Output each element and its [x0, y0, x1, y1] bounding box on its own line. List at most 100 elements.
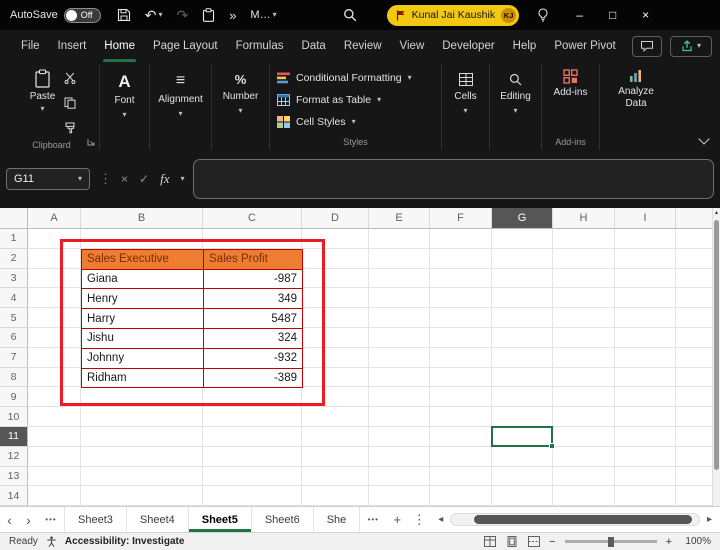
zoom-slider-thumb[interactable] — [608, 537, 614, 547]
cell-I4[interactable] — [615, 288, 676, 308]
cell-H12[interactable] — [553, 447, 615, 467]
more-sheets-right-button[interactable]: ••• — [360, 507, 386, 532]
alignment-button[interactable]: ≡ Alignment ▾ — [153, 64, 208, 118]
cell-G2[interactable] — [492, 249, 553, 269]
cell-C11[interactable] — [203, 427, 302, 447]
row-header-6[interactable]: 6 — [0, 328, 28, 348]
menu-tab-review[interactable]: Review — [335, 30, 391, 62]
more-sheets-left-button[interactable]: ••• — [38, 507, 64, 532]
cell-D3[interactable] — [302, 269, 369, 289]
cell-H14[interactable] — [553, 486, 615, 506]
cell-D11[interactable] — [302, 427, 369, 447]
cell-H8[interactable] — [553, 368, 615, 388]
cell-A9[interactable] — [28, 387, 81, 407]
row-header-4[interactable]: 4 — [0, 288, 28, 308]
column-header-G[interactable]: G — [492, 208, 553, 229]
table-cell-name-row4[interactable]: Henry — [82, 289, 204, 309]
cell-F8[interactable] — [430, 368, 492, 388]
cell-D13[interactable] — [302, 467, 369, 487]
undo-button[interactable]: ↶▾ — [145, 8, 163, 22]
cell-B12[interactable] — [81, 447, 203, 467]
cell-D4[interactable] — [302, 288, 369, 308]
row-header-13[interactable]: 13 — [0, 467, 28, 487]
row-header-12[interactable]: 12 — [0, 447, 28, 467]
cell-D6[interactable] — [302, 328, 369, 348]
cell-G5[interactable] — [492, 308, 553, 328]
horizontal-scrollbar[interactable]: ◂ ▸ — [433, 507, 717, 532]
menu-tab-file[interactable]: File — [12, 30, 49, 62]
menu-tab-page-layout[interactable]: Page Layout — [144, 30, 227, 62]
cell-F11[interactable] — [430, 427, 492, 447]
save-button[interactable] — [117, 8, 131, 22]
cell-I1[interactable] — [615, 229, 676, 249]
clipboard-dialog-launcher[interactable] — [87, 138, 95, 146]
search-button[interactable] — [343, 8, 357, 22]
menu-tab-home[interactable]: Home — [95, 30, 144, 62]
cell-D8[interactable] — [302, 368, 369, 388]
addins-button[interactable]: Add-ins — [548, 64, 594, 133]
table-cell-profit-row8[interactable]: -389 — [204, 369, 303, 389]
cell-E3[interactable] — [369, 269, 430, 289]
table-cell-profit-row6[interactable]: 324 — [204, 329, 303, 349]
accessibility-status[interactable]: Accessibility: Investigate — [65, 536, 185, 547]
minimize-button[interactable]: – — [563, 0, 596, 30]
zoom-in-button[interactable]: + — [666, 536, 672, 548]
toolbar-overflow-button[interactable]: » — [229, 9, 236, 22]
cell-F13[interactable] — [430, 467, 492, 487]
cell-G1[interactable] — [492, 229, 553, 249]
cell-H4[interactable] — [553, 288, 615, 308]
redo-button[interactable]: ↷ — [176, 8, 188, 22]
cell-B14[interactable] — [81, 486, 203, 506]
table-cell-name-row5[interactable]: Harry — [82, 309, 204, 329]
cell-E13[interactable] — [369, 467, 430, 487]
cell-F1[interactable] — [430, 229, 492, 249]
cell-E14[interactable] — [369, 486, 430, 506]
row-header-9[interactable]: 9 — [0, 387, 28, 407]
sheet-tab-sheet3[interactable]: Sheet3 — [64, 507, 127, 532]
cell-I11[interactable] — [615, 427, 676, 447]
column-header-E[interactable]: E — [369, 208, 430, 229]
cell-I3[interactable] — [615, 269, 676, 289]
cell-E5[interactable] — [369, 308, 430, 328]
cell-G6[interactable] — [492, 328, 553, 348]
cell-F6[interactable] — [430, 328, 492, 348]
horizontal-scroll-thumb[interactable] — [474, 515, 692, 524]
lightbulb-button[interactable] — [537, 8, 549, 22]
menu-tab-insert[interactable]: Insert — [49, 30, 96, 62]
cell-H7[interactable] — [553, 348, 615, 368]
clipboard-button[interactable] — [202, 8, 215, 22]
cell-E7[interactable] — [369, 348, 430, 368]
cell-D5[interactable] — [302, 308, 369, 328]
cell-I8[interactable] — [615, 368, 676, 388]
table-cell-profit-row3[interactable]: -987 — [204, 270, 303, 290]
cell-G8[interactable] — [492, 368, 553, 388]
share-button[interactable]: ▾ — [670, 36, 712, 57]
table-cell-name-row7[interactable]: Johnny — [82, 349, 204, 369]
table-cell-name-row3[interactable]: Giana — [82, 270, 204, 290]
autosave-control[interactable]: AutoSave Off — [10, 8, 101, 23]
cell-I12[interactable] — [615, 447, 676, 467]
cell-G13[interactable] — [492, 467, 553, 487]
column-header-H[interactable]: H — [553, 208, 615, 229]
cell-D2[interactable] — [302, 249, 369, 269]
formula-input[interactable] — [193, 159, 714, 199]
column-header-D[interactable]: D — [302, 208, 369, 229]
cell-F5[interactable] — [430, 308, 492, 328]
table-cell-name-row6[interactable]: Jishu — [82, 329, 204, 349]
row-header-3[interactable]: 3 — [0, 269, 28, 289]
cell-A12[interactable] — [28, 447, 81, 467]
sheet-tab-sheet5[interactable]: Sheet5 — [189, 507, 252, 532]
column-header-I[interactable]: I — [615, 208, 676, 229]
cell-A1[interactable] — [28, 229, 81, 249]
column-header-F[interactable]: F — [430, 208, 492, 229]
font-button[interactable]: A Font ▾ — [103, 64, 146, 119]
analyze-data-button[interactable]: Analyze Data — [605, 64, 667, 150]
scroll-right-button[interactable]: ▸ — [702, 514, 717, 525]
editing-button[interactable]: Editing ▾ — [493, 64, 538, 115]
normal-view-button[interactable] — [483, 536, 496, 548]
cell-A4[interactable] — [28, 288, 81, 308]
cell-B10[interactable] — [81, 407, 203, 427]
cell-D7[interactable] — [302, 348, 369, 368]
cell-H6[interactable] — [553, 328, 615, 348]
sheet-tab-sheet4[interactable]: Sheet4 — [127, 507, 189, 532]
